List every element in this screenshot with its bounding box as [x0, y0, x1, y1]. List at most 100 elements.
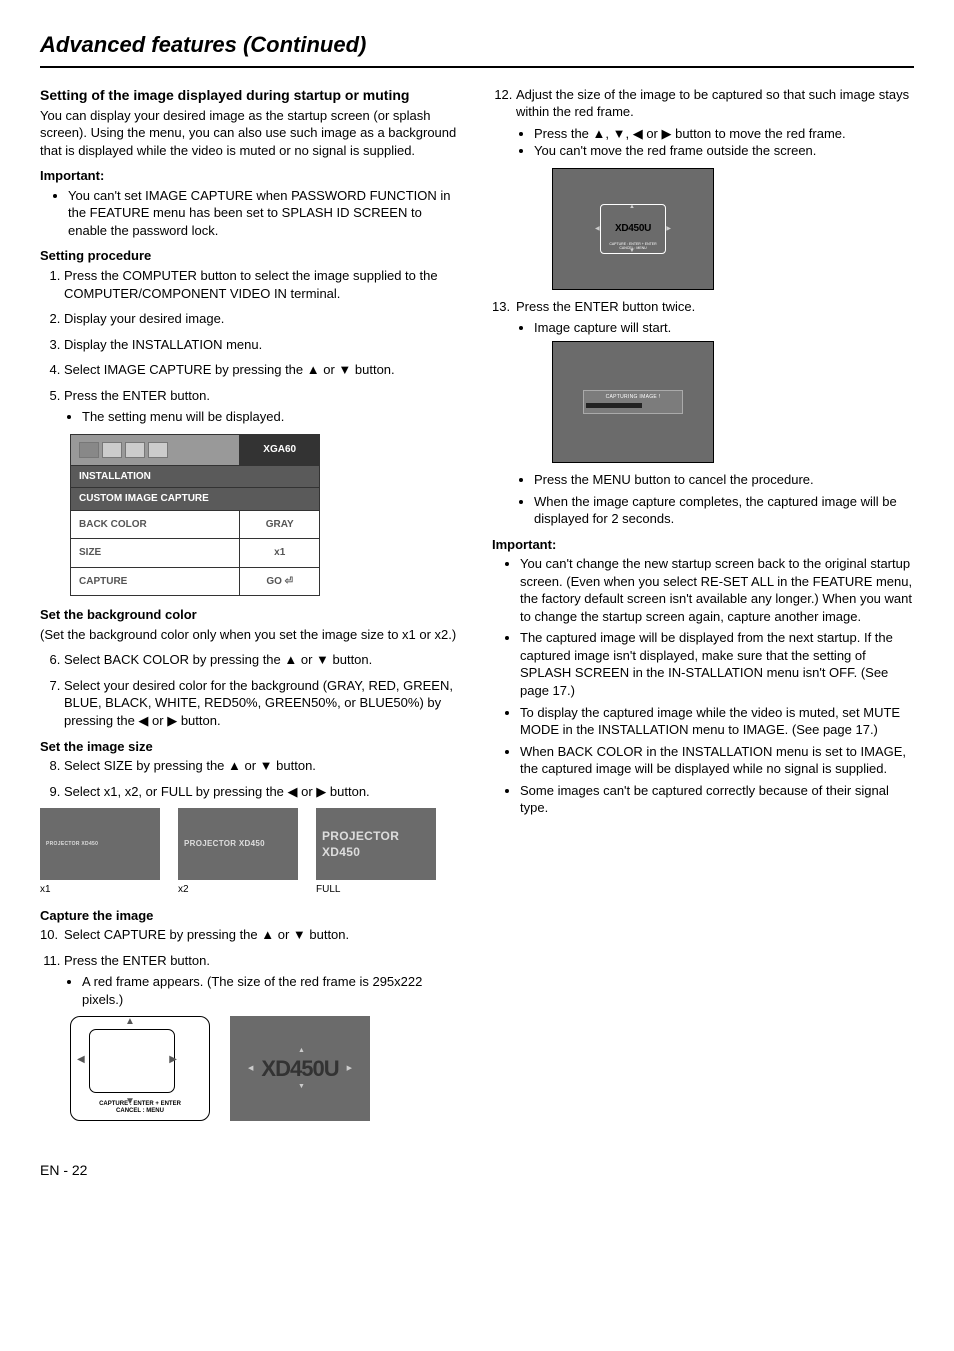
menu-capture-label: CAPTURE — [71, 567, 240, 596]
imp-3: To display the captured image while the … — [520, 704, 914, 739]
menu-size-val: x1 — [240, 539, 320, 568]
post-capture-bullets: Press the MENU button to cancel the proc… — [492, 471, 914, 528]
page-title: Advanced features (Continued) — [40, 30, 914, 60]
frame-inner — [89, 1029, 175, 1093]
step-4: Select IMAGE CAPTURE by pressing the ▲ o… — [64, 361, 462, 379]
menu-custom-capture-row: CUSTOM IMAGE CAPTURE — [71, 488, 320, 511]
title-rule — [40, 66, 914, 68]
arrow-right-icon: ▶ — [347, 1064, 352, 1073]
step-13-sub: Image capture will start. — [534, 319, 914, 337]
step-11: Press the ENTER button. A red frame appe… — [64, 952, 462, 1009]
thumb-x2-wrap: PROJECTOR XD450 x2 — [178, 808, 298, 897]
section-heading: Setting of the image displayed during st… — [40, 86, 462, 105]
menu-resolution: XGA60 — [240, 434, 320, 465]
menu-capture-val: GO ⏎ — [240, 567, 320, 596]
xd-label: XD450U — [615, 222, 651, 236]
menu-icon — [148, 442, 168, 458]
frame-caption: CAPTURE : ENTER + ENTER CANCEL : MENU — [71, 1101, 209, 1115]
installation-menu-table: XGA60 INSTALLATION CUSTOM IMAGE CAPTURE … — [70, 434, 320, 597]
capturing-screen: CAPTURING IMAGE ! — [552, 341, 714, 463]
step-7: Select your desired color for the backgr… — [64, 677, 462, 730]
left-column: Setting of the image displayed during st… — [40, 86, 462, 1132]
menu-icon — [102, 442, 122, 458]
important-list-right: You can't change the new startup screen … — [492, 555, 914, 817]
thumb-full-wrap: PROJECTOR XD450 FULL — [316, 808, 436, 897]
arrow-left-icon: ◀ — [248, 1064, 253, 1073]
step-12-text: Adjust the size of the image to be captu… — [516, 87, 909, 120]
step-11-text: Press the ENTER button. — [64, 953, 210, 968]
step-13-row: 13. Press the ENTER button twice. Image … — [492, 298, 914, 337]
arrow-up-icon: ▲ — [298, 1046, 305, 1055]
setting-procedure-label: Setting procedure — [40, 247, 462, 265]
arrow-up-icon: ▲ — [629, 203, 635, 211]
right-steps-12: Adjust the size of the image to be captu… — [492, 86, 914, 160]
arrow-down-icon: ▼ — [298, 1082, 305, 1091]
important-label: Important: — [40, 167, 462, 185]
thumb-full-label: FULL — [316, 883, 436, 897]
red-frame-caption: CAPTURE : ENTER + ENTER CANCEL : MENU — [603, 242, 663, 251]
step-5-text: Press the ENTER button. — [64, 388, 210, 403]
thumb-x2: PROJECTOR XD450 — [178, 808, 298, 880]
thumb-x1-label: x1 — [40, 883, 160, 897]
step-13-text: Press the ENTER button twice. — [516, 299, 695, 314]
capturing-label: CAPTURING IMAGE ! — [586, 394, 680, 401]
step-12-sub1: Press the ▲, ▼, ◀ or ▶ button to move th… — [534, 125, 914, 143]
frame-outline: ▲ ▼ ◀ ▶ CAPTURE : ENTER + ENTER CANCEL :… — [70, 1016, 210, 1121]
arrow-left-icon: ◀ — [77, 1053, 85, 1067]
menu-back-color-label: BACK COLOR — [71, 510, 240, 539]
set-size-label: Set the image size — [40, 738, 462, 756]
imp-5: Some images can't be captured correctly … — [520, 782, 914, 817]
size-steps: Select SIZE by pressing the ▲ or ▼ butto… — [40, 757, 462, 800]
intro-text: You can display your desired image as th… — [40, 107, 462, 160]
menu-icon-row — [71, 434, 240, 465]
red-frame-illustration: ▲ ▼ ◀ ▶ CAPTURE : ENTER + ENTER CANCEL :… — [70, 1016, 462, 1121]
step-12-sub2: You can't move the red frame outside the… — [534, 142, 914, 160]
set-bg-note: (Set the background color only when you … — [40, 626, 462, 644]
important-list: You can't set IMAGE CAPTURE when PASSWOR… — [40, 187, 462, 240]
progress-bar — [586, 403, 642, 408]
menu-installation-row: INSTALLATION — [71, 465, 320, 488]
step-9: Select x1, x2, or FULL by pressing the ◀… — [64, 783, 462, 801]
capture-steps: Press the ENTER button. A red frame appe… — [40, 952, 462, 1009]
menu-icon — [79, 442, 99, 458]
arrow-up-icon: ▲ — [125, 1015, 135, 1029]
thumb-x2-label: x2 — [178, 883, 298, 897]
imp-1: You can't change the new startup screen … — [520, 555, 914, 625]
frame-preview: ▲ ▼ ◀ ▶ XD450U — [230, 1016, 370, 1121]
step-3: Display the INSTALLATION menu. — [64, 336, 462, 354]
step-1: Press the COMPUTER button to select the … — [64, 267, 462, 302]
step-6: Select BACK COLOR by pressing the ▲ or ▼… — [64, 651, 462, 669]
post-bullet-2: When the image capture completes, the ca… — [534, 493, 914, 528]
thumb-x1-wrap: PROJECTOR XD450 x1 — [40, 808, 160, 897]
capture-image-label: Capture the image — [40, 907, 462, 925]
set-bg-label: Set the background color — [40, 606, 462, 624]
thumb-x1: PROJECTOR XD450 — [40, 808, 160, 880]
menu-icon — [125, 442, 145, 458]
post-bullet-1: Press the MENU button to cancel the proc… — [534, 471, 914, 489]
menu-back-color-val: GRAY — [240, 510, 320, 539]
step-10-text: Select CAPTURE by pressing the ▲ or ▼ bu… — [64, 926, 349, 944]
procedure-steps: Press the COMPUTER button to select the … — [40, 267, 462, 426]
page-footer: EN - 22 — [40, 1161, 914, 1180]
arrow-right-icon: ▶ — [169, 1053, 177, 1067]
size-thumbnails: PROJECTOR XD450 x1 PROJECTOR XD450 x2 PR… — [40, 808, 462, 897]
thumb-full: PROJECTOR XD450 — [316, 808, 436, 880]
step-8: Select SIZE by pressing the ▲ or ▼ butto… — [64, 757, 462, 775]
step-13-num: 13. — [492, 298, 516, 337]
arrow-right-icon: ▶ — [666, 225, 671, 233]
step-5: Press the ENTER button. The setting menu… — [64, 387, 462, 426]
step-5-sub: The setting menu will be displayed. — [82, 408, 462, 426]
arrow-left-icon: ◀ — [595, 225, 600, 233]
content-columns: Setting of the image displayed during st… — [40, 86, 914, 1132]
important-item: You can't set IMAGE CAPTURE when PASSWOR… — [68, 187, 462, 240]
right-column: Adjust the size of the image to be captu… — [492, 86, 914, 1132]
imp-2: The captured image will be displayed fro… — [520, 629, 914, 699]
imp-4: When BACK COLOR in the INSTALLATION menu… — [520, 743, 914, 778]
red-frame: ▲ ▼ ◀ ▶ XD450U CAPTURE : ENTER + ENTER C… — [600, 204, 666, 254]
red-frame-screen: ▲ ▼ ◀ ▶ XD450U CAPTURE : ENTER + ENTER C… — [552, 168, 714, 290]
step-2: Display your desired image. — [64, 310, 462, 328]
step-12: Adjust the size of the image to be captu… — [516, 86, 914, 160]
menu-size-label: SIZE — [71, 539, 240, 568]
xd-label: XD450U — [261, 1054, 338, 1084]
step-10-num: 10. — [40, 926, 64, 944]
